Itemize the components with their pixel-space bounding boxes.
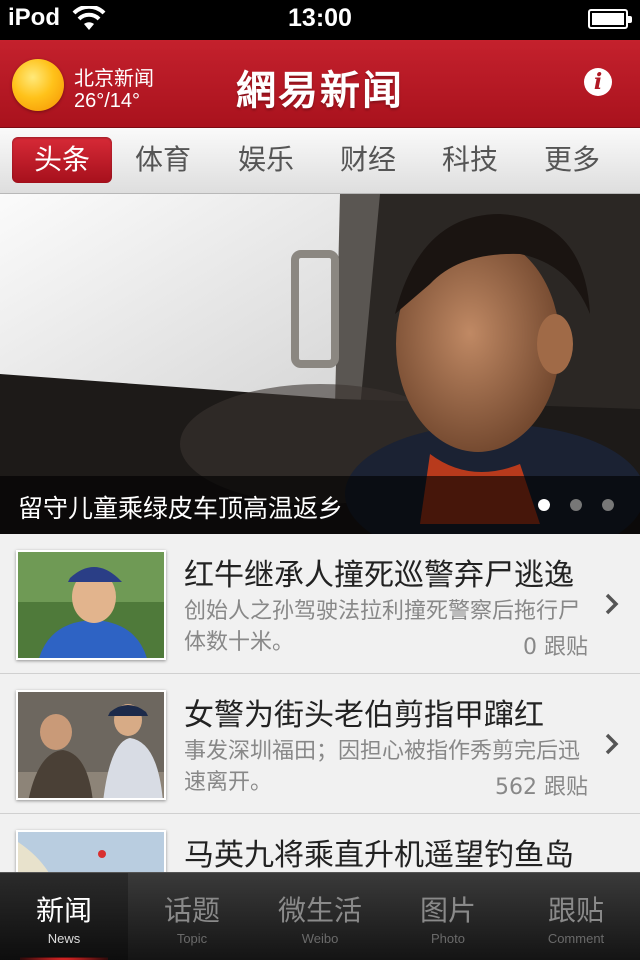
tab-headlines[interactable]: 头条 — [12, 137, 112, 183]
nav-label: 图片 — [419, 894, 476, 927]
tab-finance[interactable]: 财经 — [318, 137, 418, 183]
list-item[interactable]: 女警为街头老伯剪指甲蹿红 事发深圳福田；因担心被指作秀剪完后迅速离开。 562 … — [0, 674, 640, 814]
tab-sports[interactable]: 体育 — [113, 137, 213, 183]
chevron-right-icon — [605, 593, 619, 615]
sunny-weather-icon[interactable] — [12, 59, 64, 111]
info-button[interactable]: i — [584, 68, 612, 96]
app-header: 北京新闻 26°/14° 網易新闻 i — [0, 40, 640, 128]
battery-icon — [588, 9, 632, 29]
nav-label: 话题 — [163, 894, 220, 927]
nav-weibo[interactable]: 微生活 Weibo — [256, 873, 384, 960]
page-dot-1[interactable] — [538, 499, 550, 511]
list-item[interactable]: 马英九将乘直升机遥望钓鱼岛 — [0, 814, 640, 872]
hero-caption-bar: 留守儿童乘绿皮车顶高温返乡 — [0, 476, 640, 534]
nav-label: 新闻 — [35, 894, 92, 927]
nav-sublabel: Photo — [431, 931, 465, 946]
clock: 13:00 — [288, 4, 352, 32]
nav-topic[interactable]: 话题 Topic — [128, 873, 256, 960]
news-title: 马英九将乘直升机遥望钓鱼岛 — [184, 838, 574, 872]
news-list: 红牛继承人撞死巡警弃尸逃逸 创始人之孙驾驶法拉利撞死警察后拖行尸体数十米。 0 … — [0, 534, 640, 872]
tab-more[interactable]: 更多 — [522, 137, 622, 183]
app-logo-title: 網易新闻 — [236, 67, 404, 114]
news-thumbnail — [16, 550, 166, 660]
chevron-right-icon — [605, 733, 619, 755]
nav-sublabel: Topic — [176, 931, 208, 946]
tab-technology[interactable]: 科技 — [420, 137, 520, 183]
nav-sublabel: News — [47, 931, 81, 946]
news-title: 女警为街头老伯剪指甲蹿红 — [184, 698, 544, 733]
tab-entertainment[interactable]: 娱乐 — [216, 137, 316, 183]
page-dot-3[interactable] — [602, 499, 614, 511]
weather-city[interactable]: 北京新闻 — [74, 62, 154, 91]
comment-count: 562 跟贴 — [495, 775, 588, 800]
hero-caption: 留守儿童乘绿皮车顶高温返乡 — [18, 494, 344, 523]
category-tabs: 头条 体育 娱乐 财经 科技 更多 — [0, 128, 640, 194]
hero-story[interactable]: 留守儿童乘绿皮车顶高温返乡 — [0, 194, 640, 534]
bottom-tab-bar: 新闻 News 话题 Topic 微生活 Weibo 图片 Photo 跟贴 C… — [0, 872, 640, 960]
page-dot-2[interactable] — [570, 499, 582, 511]
nav-photo[interactable]: 图片 Photo — [384, 873, 512, 960]
news-thumbnail — [16, 830, 166, 872]
nav-sublabel: Weibo — [301, 931, 339, 946]
nav-comment[interactable]: 跟贴 Comment — [512, 873, 640, 960]
nav-news[interactable]: 新闻 News — [0, 873, 128, 960]
weather-temperature[interactable]: 26°/14° — [74, 90, 140, 113]
comment-count: 0 跟贴 — [523, 635, 588, 660]
nav-label: 跟贴 — [547, 894, 604, 927]
status-bar: iPod 13:00 — [0, 0, 640, 40]
nav-label: 微生活 — [277, 894, 362, 927]
list-item[interactable]: 红牛继承人撞死巡警弃尸逃逸 创始人之孙驾驶法拉利撞死警察后拖行尸体数十米。 0 … — [0, 534, 640, 674]
news-thumbnail — [16, 690, 166, 800]
news-title: 红牛继承人撞死巡警弃尸逃逸 — [184, 558, 574, 593]
nav-sublabel: Comment — [547, 931, 605, 946]
